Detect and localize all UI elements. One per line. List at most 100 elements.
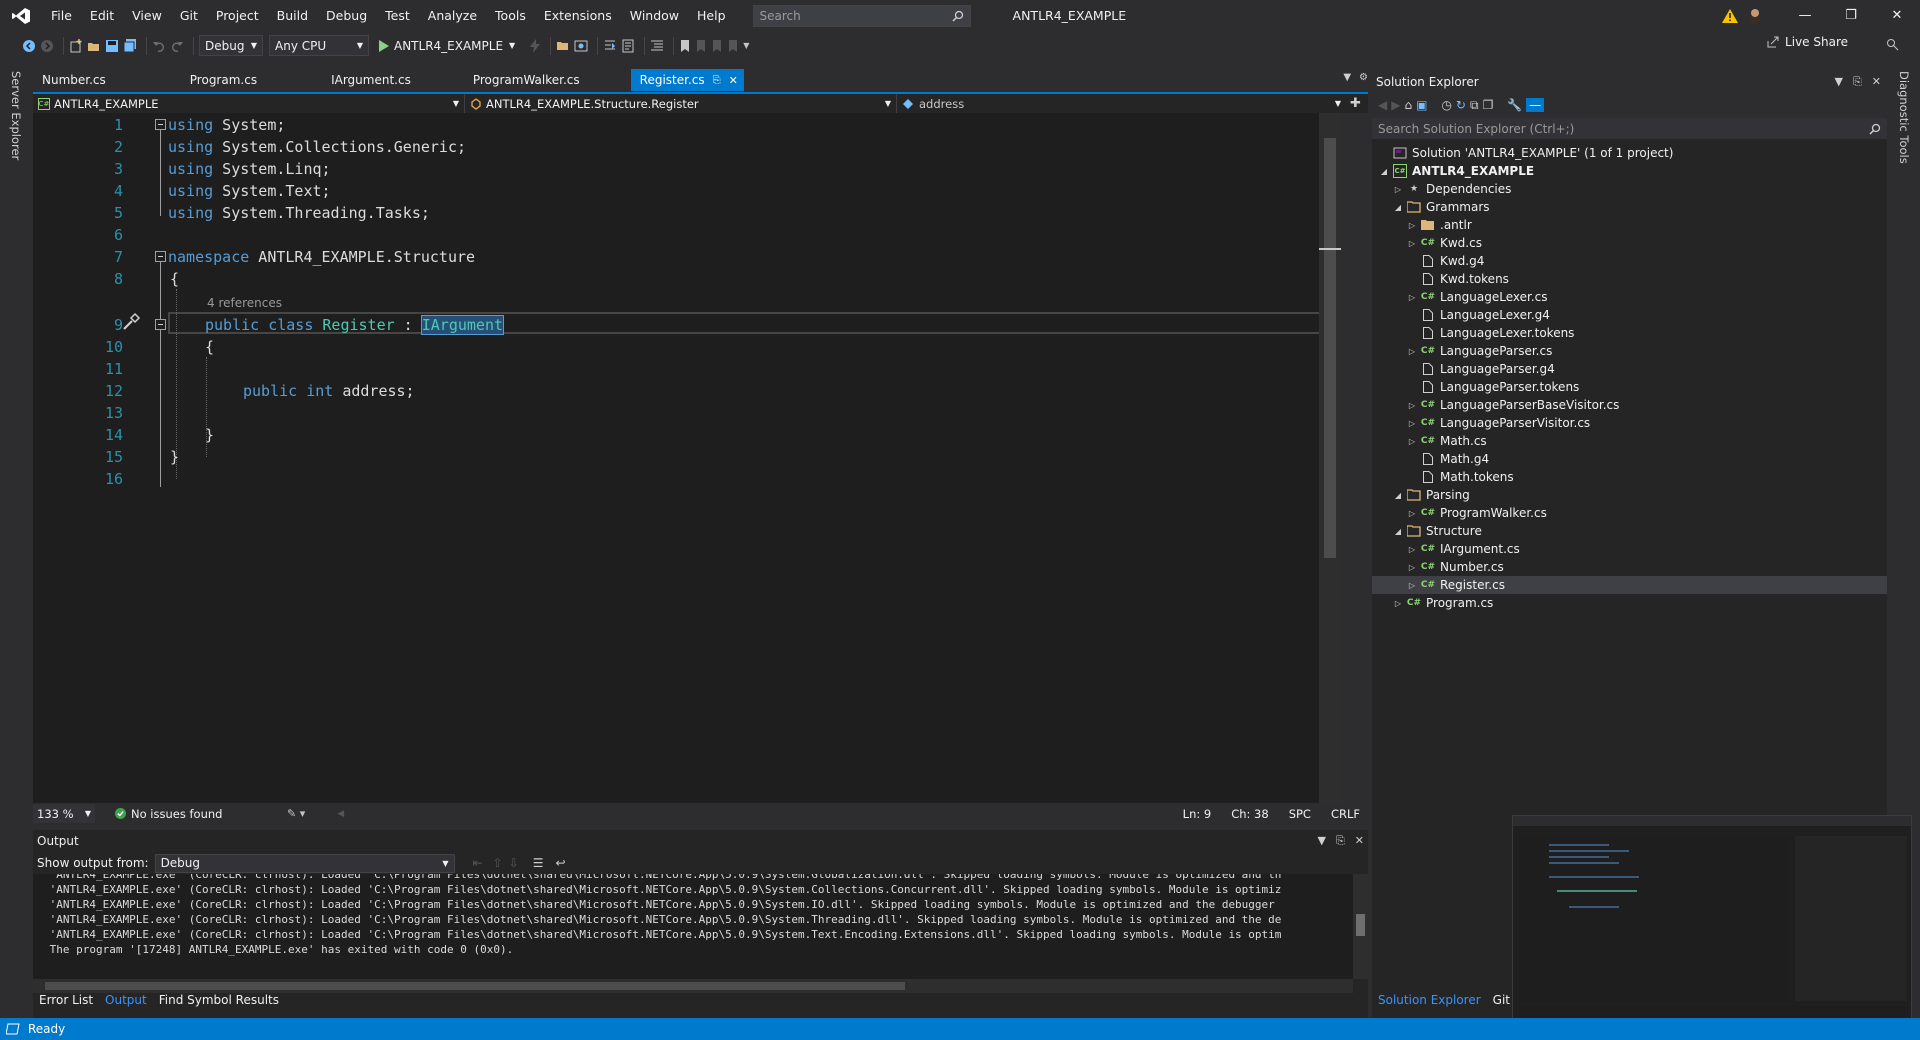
- tab-solution-explorer[interactable]: Solution Explorer: [1372, 993, 1487, 1007]
- close-panel-icon[interactable]: ✕: [1872, 75, 1881, 89]
- home-icon[interactable]: ⌂: [1404, 98, 1412, 112]
- tree-node-solution[interactable]: Solution 'ANTLR4_EXAMPLE' (1 of 1 projec…: [1372, 144, 1887, 162]
- menu-file[interactable]: File: [42, 0, 81, 31]
- hot-reload-icon[interactable]: [529, 35, 541, 57]
- collapsed-arrow-icon[interactable]: ▷: [1392, 185, 1404, 194]
- menu-git[interactable]: Git: [171, 0, 207, 31]
- menu-edit[interactable]: Edit: [81, 0, 123, 31]
- show-all-files-icon[interactable]: ❐: [1483, 98, 1494, 112]
- save-all-icon[interactable]: [123, 35, 137, 57]
- tab-list-dropdown-icon[interactable]: ▼: [1343, 72, 1351, 83]
- next-message-icon[interactable]: ⇩: [509, 856, 519, 870]
- collapsed-arrow-icon[interactable]: ▷: [1406, 239, 1418, 248]
- collapse-region-icon[interactable]: [155, 251, 166, 262]
- line-ending-indicator[interactable]: CRLF: [1331, 807, 1360, 821]
- tree-node-file[interactable]: ▷ C# IArgument.cs: [1372, 540, 1887, 558]
- server-explorer-tab[interactable]: Server Explorer: [9, 71, 23, 160]
- tree-node-dependencies[interactable]: ▷ ★ Dependencies: [1372, 180, 1887, 198]
- collapsed-arrow-icon[interactable]: ▷: [1406, 581, 1418, 590]
- code-editor[interactable]: 1 2 3 4 5 6 7 8 9 10 11 12 13 14 15 16 u…: [33, 113, 1341, 803]
- close-window-button[interactable]: ✕: [1874, 0, 1920, 31]
- screenshot-icon[interactable]: [574, 35, 588, 57]
- tab-error-list[interactable]: Error List: [33, 993, 99, 1007]
- tree-node-file[interactable]: LanguageLexer.g4: [1372, 306, 1887, 324]
- tree-node-file[interactable]: ▷ C# LanguageParserVisitor.cs: [1372, 414, 1887, 432]
- open-file-icon[interactable]: [87, 35, 101, 57]
- account-avatar-icon[interactable]: [1748, 8, 1762, 24]
- feedback-icon[interactable]: [1886, 38, 1900, 52]
- redo-icon[interactable]: [170, 35, 184, 57]
- menu-help[interactable]: Help: [688, 0, 735, 31]
- visual-studio-logo-icon[interactable]: [0, 0, 42, 31]
- tree-node-file[interactable]: Math.tokens: [1372, 468, 1887, 486]
- platform-select[interactable]: Any CPU ▼: [269, 35, 369, 56]
- find-message-icon[interactable]: ⇤: [473, 856, 483, 870]
- close-panel-icon[interactable]: ✕: [1355, 834, 1364, 848]
- output-vertical-scrollbar[interactable]: [1353, 874, 1368, 979]
- sync-icon[interactable]: ↻: [1456, 98, 1466, 112]
- menu-debug[interactable]: Debug: [317, 0, 376, 31]
- bookmark-icon[interactable]: [679, 35, 691, 57]
- menu-extensions[interactable]: Extensions: [535, 0, 621, 31]
- window-position-dropdown-icon[interactable]: ▼: [1835, 75, 1843, 89]
- scrollbar-thumb[interactable]: [1356, 914, 1365, 936]
- step-into-icon[interactable]: [603, 35, 617, 57]
- collapsed-arrow-icon[interactable]: ▷: [1406, 437, 1418, 446]
- output-source-select[interactable]: Debug ▼: [154, 853, 455, 873]
- quick-actions-screwdriver-icon[interactable]: [121, 312, 143, 334]
- tab-number-cs[interactable]: Number.cs: [33, 69, 115, 91]
- menu-test[interactable]: Test: [376, 0, 419, 31]
- tab-output[interactable]: Output: [99, 993, 153, 1007]
- tree-node-file[interactable]: Kwd.g4: [1372, 252, 1887, 270]
- output-text[interactable]: 'ANTLR4_EXAMPLE.exe' (CoreCLR: clrhost):…: [33, 874, 1353, 979]
- tree-node-file[interactable]: LanguageParser.g4: [1372, 360, 1887, 378]
- collapsed-arrow-icon[interactable]: ▷: [1406, 545, 1418, 554]
- notification-warning-icon[interactable]: [1722, 8, 1738, 23]
- new-project-icon[interactable]: [69, 35, 83, 57]
- close-tab-icon[interactable]: ✕: [729, 74, 738, 87]
- tree-node-folder-antlr[interactable]: ▷ .antlr: [1372, 216, 1887, 234]
- format-document-icon[interactable]: [621, 35, 635, 57]
- column-indicator[interactable]: Ch: 38: [1231, 807, 1268, 821]
- tree-node-file[interactable]: ▷ C# Number.cs: [1372, 558, 1887, 576]
- tab-programwalker-cs[interactable]: ProgramWalker.cs: [464, 69, 589, 91]
- collapse-region-icon[interactable]: [155, 319, 166, 330]
- diagnostic-tools-tab[interactable]: Diagnostic Tools: [1897, 71, 1911, 164]
- health-indicator[interactable]: No issues found: [115, 807, 275, 821]
- menu-view[interactable]: View: [123, 0, 171, 31]
- pin-panel-icon[interactable]: ⎘: [1853, 75, 1862, 89]
- tree-node-project[interactable]: ◢ C# ANTLR4_EXAMPLE: [1372, 162, 1887, 180]
- navigate-forward-icon[interactable]: [40, 35, 54, 57]
- navigate-back-icon[interactable]: [22, 35, 36, 57]
- expanded-arrow-icon[interactable]: ◢: [1378, 167, 1390, 176]
- menu-tools[interactable]: Tools: [486, 0, 535, 31]
- switch-views-icon[interactable]: ▣: [1416, 98, 1427, 112]
- pin-panel-icon[interactable]: ⎘: [1336, 834, 1345, 848]
- tree-node-file[interactable]: Math.g4: [1372, 450, 1887, 468]
- preview-selected-items-icon[interactable]: —: [1526, 98, 1545, 112]
- editor-vertical-scrollbar[interactable]: [1319, 113, 1341, 803]
- split-editor-icon[interactable]: ✚: [1350, 96, 1361, 111]
- open-folder-icon[interactable]: [556, 35, 570, 57]
- tab-iargument-cs[interactable]: IArgument.cs: [322, 69, 420, 91]
- live-share-button[interactable]: Live Share: [1766, 35, 1848, 49]
- clear-bookmarks-icon[interactable]: [727, 35, 739, 57]
- tree-node-file[interactable]: Kwd.tokens: [1372, 270, 1887, 288]
- maximize-button[interactable]: ❐: [1828, 0, 1874, 31]
- collapsed-arrow-icon[interactable]: ▷: [1406, 509, 1418, 518]
- tree-node-file[interactable]: ▷ C# LanguageLexer.cs: [1372, 288, 1887, 306]
- pending-changes-filter-icon[interactable]: ◷: [1441, 98, 1451, 112]
- collapsed-arrow-icon[interactable]: ▷: [1406, 347, 1418, 356]
- tree-node-folder-structure[interactable]: ◢ Structure: [1372, 522, 1887, 540]
- whitespace-indicator[interactable]: SPC: [1289, 807, 1311, 821]
- expanded-arrow-icon[interactable]: ◢: [1392, 527, 1404, 536]
- project-dropdown[interactable]: C# ANTLR4_EXAMPLE ▼: [33, 94, 465, 113]
- collapsed-arrow-icon[interactable]: ▷: [1406, 293, 1418, 302]
- save-icon[interactable]: [105, 35, 119, 57]
- solution-explorer-search-input[interactable]: Search Solution Explorer (Ctrl+;): [1372, 118, 1887, 139]
- clear-all-icon[interactable]: ☰: [533, 856, 544, 870]
- zoom-select[interactable]: 133 % ▼: [33, 804, 95, 823]
- tree-node-file-selected[interactable]: ▷ C# Register.cs: [1372, 576, 1887, 594]
- output-window-icon[interactable]: [6, 1023, 20, 1035]
- previous-message-icon[interactable]: ⇧: [493, 856, 503, 870]
